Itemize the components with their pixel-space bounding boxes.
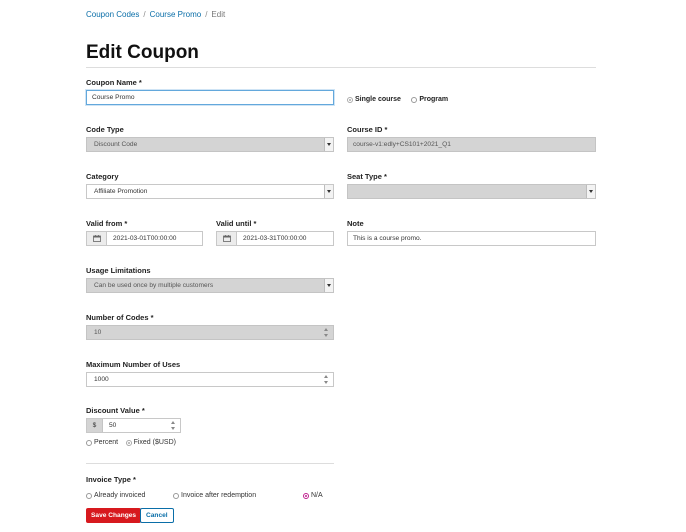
seat-type-select[interactable]	[347, 184, 596, 199]
na-radio[interactable]	[303, 492, 309, 499]
percent-label: Percent	[94, 439, 119, 447]
single-course-label: Single course	[355, 96, 401, 104]
chevron-down-icon	[586, 185, 595, 198]
percent-radio[interactable]	[86, 439, 92, 446]
section-divider	[86, 463, 334, 464]
fixed-label: Fixed ($USD)	[133, 439, 176, 447]
max-uses-label: Maximum Number of Uses	[86, 360, 181, 369]
program-radio[interactable]	[411, 96, 418, 103]
code-type-value: Discount Code	[94, 141, 138, 148]
invoice-type-label: Invoice Type *	[86, 475, 136, 484]
breadcrumb-separator: /	[205, 10, 208, 19]
chevron-down-icon	[324, 279, 333, 292]
cancel-button[interactable]: Cancel	[140, 508, 174, 523]
stepper-icon[interactable]	[324, 328, 329, 337]
page-title: Edit Coupon	[86, 42, 199, 63]
discount-value-input[interactable]: $ 50	[86, 418, 181, 433]
fixed-radio[interactable]	[125, 439, 132, 446]
note-input[interactable]: This is a course promo.	[347, 231, 596, 246]
discount-value-label: Discount Value *	[86, 406, 145, 415]
category-value: Affiliate Promotion	[94, 188, 148, 195]
single-course-radio[interactable]	[347, 96, 353, 103]
valid-until-label: Valid until *	[216, 219, 257, 228]
invoice-after-redemption-option: Invoice after redemption	[173, 487, 256, 505]
na-label: N/A	[311, 492, 323, 500]
code-type-label: Code Type	[86, 125, 124, 134]
stepper-icon[interactable]	[324, 375, 329, 384]
save-changes-button[interactable]: Save Changes	[86, 508, 142, 523]
title-divider	[86, 67, 596, 68]
valid-from-label: Valid from *	[86, 219, 128, 228]
valid-until-input[interactable]: 2021-03-31T00:00:00	[216, 231, 334, 246]
coupon-name-label: Coupon Name *	[86, 78, 142, 87]
coupon-name-input[interactable]: Course Promo	[86, 90, 334, 105]
invoice-after-redemption-radio[interactable]	[173, 492, 179, 499]
max-uses-value: 1000	[94, 376, 109, 383]
calendar-icon[interactable]	[87, 232, 107, 245]
category-select[interactable]: Affiliate Promotion	[86, 184, 334, 199]
valid-from-input[interactable]: 2021-03-01T00:00:00	[86, 231, 203, 246]
invoice-after-redemption-label: Invoice after redemption	[181, 492, 257, 500]
chevron-down-icon	[324, 138, 333, 151]
breadcrumb-link-course-promo[interactable]: Course Promo	[150, 10, 202, 19]
already-invoiced-option: Already invoiced	[86, 487, 145, 505]
breadcrumb-separator: /	[143, 10, 146, 19]
usage-limitations-select[interactable]: Can be used once by multiple customers	[86, 278, 334, 293]
number-of-codes-value: 10	[94, 329, 102, 336]
scope-radio-group: Single course Program	[347, 91, 448, 109]
breadcrumb-link-coupon-codes[interactable]: Coupon Codes	[86, 10, 139, 19]
discount-type-radio-group: Percent Fixed ($USD)	[86, 434, 176, 452]
already-invoiced-radio[interactable]	[86, 492, 92, 499]
number-of-codes-label: Number of Codes *	[86, 313, 154, 322]
chevron-down-icon	[324, 185, 333, 198]
program-label: Program	[419, 96, 449, 104]
course-id-input[interactable]: course-v1:edly+CS101+2021_Q1	[347, 137, 596, 152]
currency-prefix: $	[87, 419, 103, 432]
seat-type-label: Seat Type *	[347, 172, 387, 181]
na-option: N/A	[303, 487, 323, 505]
calendar-icon[interactable]	[217, 232, 237, 245]
max-uses-input[interactable]: 1000	[86, 372, 334, 387]
number-of-codes-input[interactable]: 10	[86, 325, 334, 340]
category-label: Category	[86, 172, 119, 181]
code-type-select[interactable]: Discount Code	[86, 137, 334, 152]
already-invoiced-label: Already invoiced	[94, 492, 146, 500]
usage-limitations-value: Can be used once by multiple customers	[94, 282, 214, 289]
note-label: Note	[347, 219, 364, 228]
breadcrumb: Coupon Codes / Course Promo / Edit	[86, 10, 225, 19]
usage-limitations-label: Usage Limitations	[86, 266, 151, 275]
discount-value-amount: 50	[109, 422, 117, 429]
valid-until-value: 2021-03-31T00:00:00	[243, 235, 307, 242]
course-id-label: Course ID *	[347, 125, 388, 134]
valid-from-value: 2021-03-01T00:00:00	[113, 235, 177, 242]
stepper-icon[interactable]	[171, 421, 176, 430]
breadcrumb-current: Edit	[211, 10, 226, 19]
